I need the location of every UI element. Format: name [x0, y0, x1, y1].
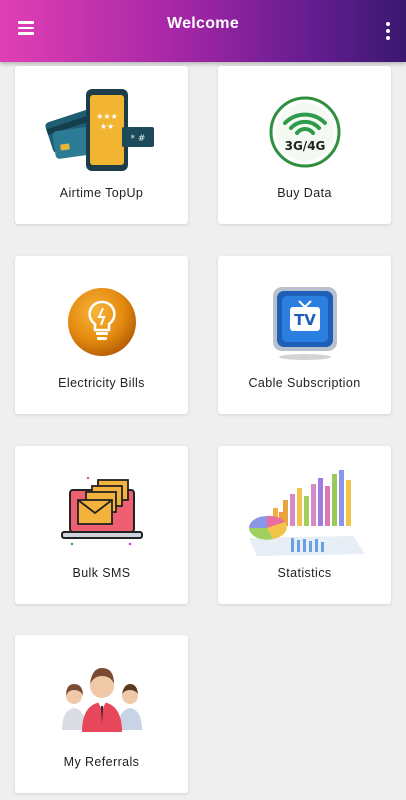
buy-data-label: Buy Data — [277, 186, 332, 200]
svg-text:★★: ★★ — [100, 122, 114, 131]
my-referrals-label: My Referrals — [63, 755, 140, 769]
people-group-icon — [61, 667, 142, 732]
hamburger-menu-icon[interactable] — [18, 21, 34, 35]
electricity-bills-label: Electricity Bills — [58, 376, 145, 390]
cable-subscription-label: Cable Subscription — [248, 376, 361, 390]
app-bar: Welcome — [0, 0, 406, 62]
statistics-card[interactable]: Statistics — [218, 446, 391, 604]
airtime-topup-card[interactable]: ★★★ ★★ * # Airtime TopUp — [15, 66, 188, 224]
wifi-3g-4g-icon: 3G/4G — [269, 96, 340, 167]
airtime-topup-label: Airtime TopUp — [59, 186, 144, 200]
svg-text:TV: TV — [294, 311, 316, 329]
bulk-sms-label: Bulk SMS — [72, 566, 131, 580]
light-bulb-icon — [67, 287, 136, 356]
statistics-label: Statistics — [277, 566, 332, 580]
page-title: Welcome — [166, 15, 240, 32]
tv-icon: TV — [272, 286, 337, 360]
electricity-bills-card[interactable]: Electricity Bills — [15, 256, 188, 414]
envelopes-laptop-icon — [60, 476, 143, 545]
bulk-sms-card[interactable]: Bulk SMS — [15, 446, 188, 604]
statistics-chart-icon — [248, 469, 365, 556]
phone-card-icon: ★★★ ★★ * # — [45, 88, 154, 171]
svg-text:3G/4G: 3G/4G — [284, 139, 325, 153]
svg-text:★★★: ★★★ — [96, 112, 118, 121]
svg-text:* #: * # — [131, 134, 146, 144]
my-referrals-card[interactable]: My Referrals — [15, 635, 188, 793]
more-options-icon[interactable] — [385, 22, 391, 40]
buy-data-card[interactable]: 3G/4G Buy Data — [218, 66, 391, 224]
cable-subscription-card[interactable]: TV Cable Subscription — [218, 256, 391, 414]
